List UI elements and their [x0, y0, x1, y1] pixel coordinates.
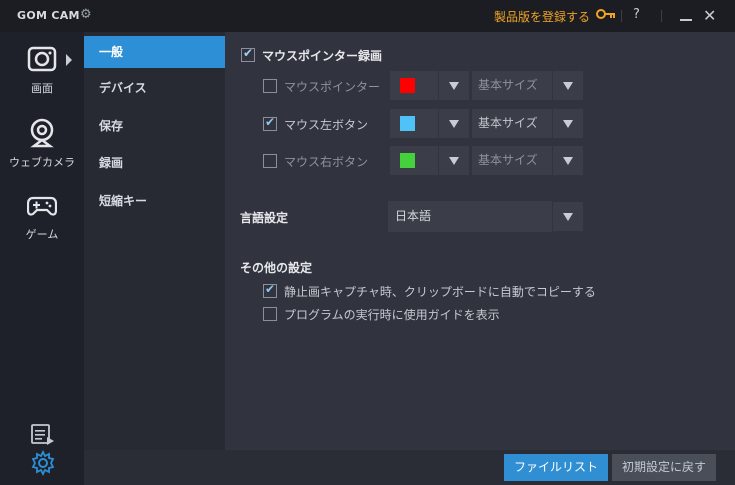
gear-icon[interactable]: ⚙: [80, 7, 92, 22]
language-dropdown-arrow[interactable]: [553, 202, 583, 231]
key-icon[interactable]: [596, 7, 616, 21]
active-indicator: [66, 54, 72, 66]
size-dropdown-arrow[interactable]: [553, 146, 583, 175]
divider: [661, 10, 662, 22]
color-picker[interactable]: [390, 71, 438, 100]
mouse-right-button-checkbox[interactable]: [263, 154, 277, 168]
mouse-left-button-label: マウス左ボタン: [284, 118, 369, 132]
clipboard-copy-checkbox[interactable]: [263, 282, 277, 298]
webcam-icon: [30, 118, 54, 148]
close-button[interactable]: ✕: [703, 6, 716, 25]
color-swatch: [400, 116, 415, 131]
color-dropdown-arrow[interactable]: [439, 146, 469, 175]
settings-panel: マウスポインター録画 マウスポインター 基本サイズ マウス左ボタン 基本サイズ …: [225, 32, 735, 450]
mouse-right-button-label: マウス右ボタン: [284, 155, 369, 169]
size-dropdown-arrow[interactable]: [553, 109, 583, 138]
mouse-pointer-record-label: マウスポインター録画: [262, 49, 383, 63]
rail-label: ゲーム: [25, 228, 59, 241]
color-picker[interactable]: [390, 146, 438, 175]
show-guide-checkbox[interactable]: [263, 307, 277, 321]
color-swatch: [400, 78, 415, 93]
divider: [621, 10, 622, 22]
category-general[interactable]: 一般: [84, 36, 225, 68]
register-link[interactable]: 製品版を登録する: [494, 8, 590, 25]
color-dropdown-arrow[interactable]: [439, 109, 469, 138]
title-bar: GOM CAM ⚙ 製品版を登録する ? ✕: [0, 0, 735, 32]
show-guide-label: プログラムの実行時に使用ガイドを表示: [284, 308, 500, 322]
category-save[interactable]: 保存: [84, 110, 225, 142]
help-button[interactable]: ?: [633, 7, 640, 22]
rail-item-webcam[interactable]: ウェブカメラ: [0, 110, 84, 180]
rail-label: ウェブカメラ: [9, 156, 75, 169]
settings-gear-icon[interactable]: [30, 450, 56, 476]
size-select[interactable]: 基本サイズ: [472, 109, 552, 138]
mouse-left-button-checkbox[interactable]: [263, 115, 277, 131]
category-device[interactable]: デバイス: [84, 72, 225, 104]
size-select[interactable]: 基本サイズ: [472, 71, 552, 100]
color-dropdown-arrow[interactable]: [439, 71, 469, 100]
color-swatch: [400, 153, 415, 168]
gamepad-icon: [27, 196, 57, 216]
mouse-pointer-record-checkbox[interactable]: [241, 46, 255, 62]
rail-label: 画面: [31, 82, 53, 95]
file-list-button[interactable]: ファイルリスト: [504, 454, 608, 481]
app-logo: GOM CAM: [17, 9, 80, 22]
category-list: 一般 デバイス 保存 録画 短縮キー: [84, 32, 225, 450]
language-label: 言語設定: [240, 211, 289, 225]
other-settings-header: その他の設定: [240, 261, 313, 275]
clipboard-copy-label: 静止画キャプチャ時、クリップボードに自動でコピーする: [284, 285, 596, 299]
list-play-icon[interactable]: [30, 422, 56, 448]
camera-icon: [27, 46, 57, 72]
rail-item-game[interactable]: ゲーム: [0, 182, 84, 252]
mode-rail: 画面 ウェブカメラ ゲーム: [0, 32, 84, 485]
bottom-bar: ファイルリスト 初期設定に戻す: [84, 450, 735, 485]
category-record[interactable]: 録画: [84, 147, 225, 179]
reset-defaults-button[interactable]: 初期設定に戻す: [612, 454, 716, 481]
language-select[interactable]: 日本語: [388, 201, 552, 232]
mouse-pointer-label: マウスポインター: [284, 80, 381, 94]
rail-item-screen[interactable]: 画面: [0, 36, 84, 106]
category-shortcut[interactable]: 短縮キー: [84, 185, 225, 217]
size-select[interactable]: 基本サイズ: [472, 146, 552, 175]
color-picker[interactable]: [390, 109, 438, 138]
minimize-button[interactable]: [679, 8, 693, 22]
size-dropdown-arrow[interactable]: [553, 71, 583, 100]
mouse-pointer-checkbox[interactable]: [263, 79, 277, 93]
